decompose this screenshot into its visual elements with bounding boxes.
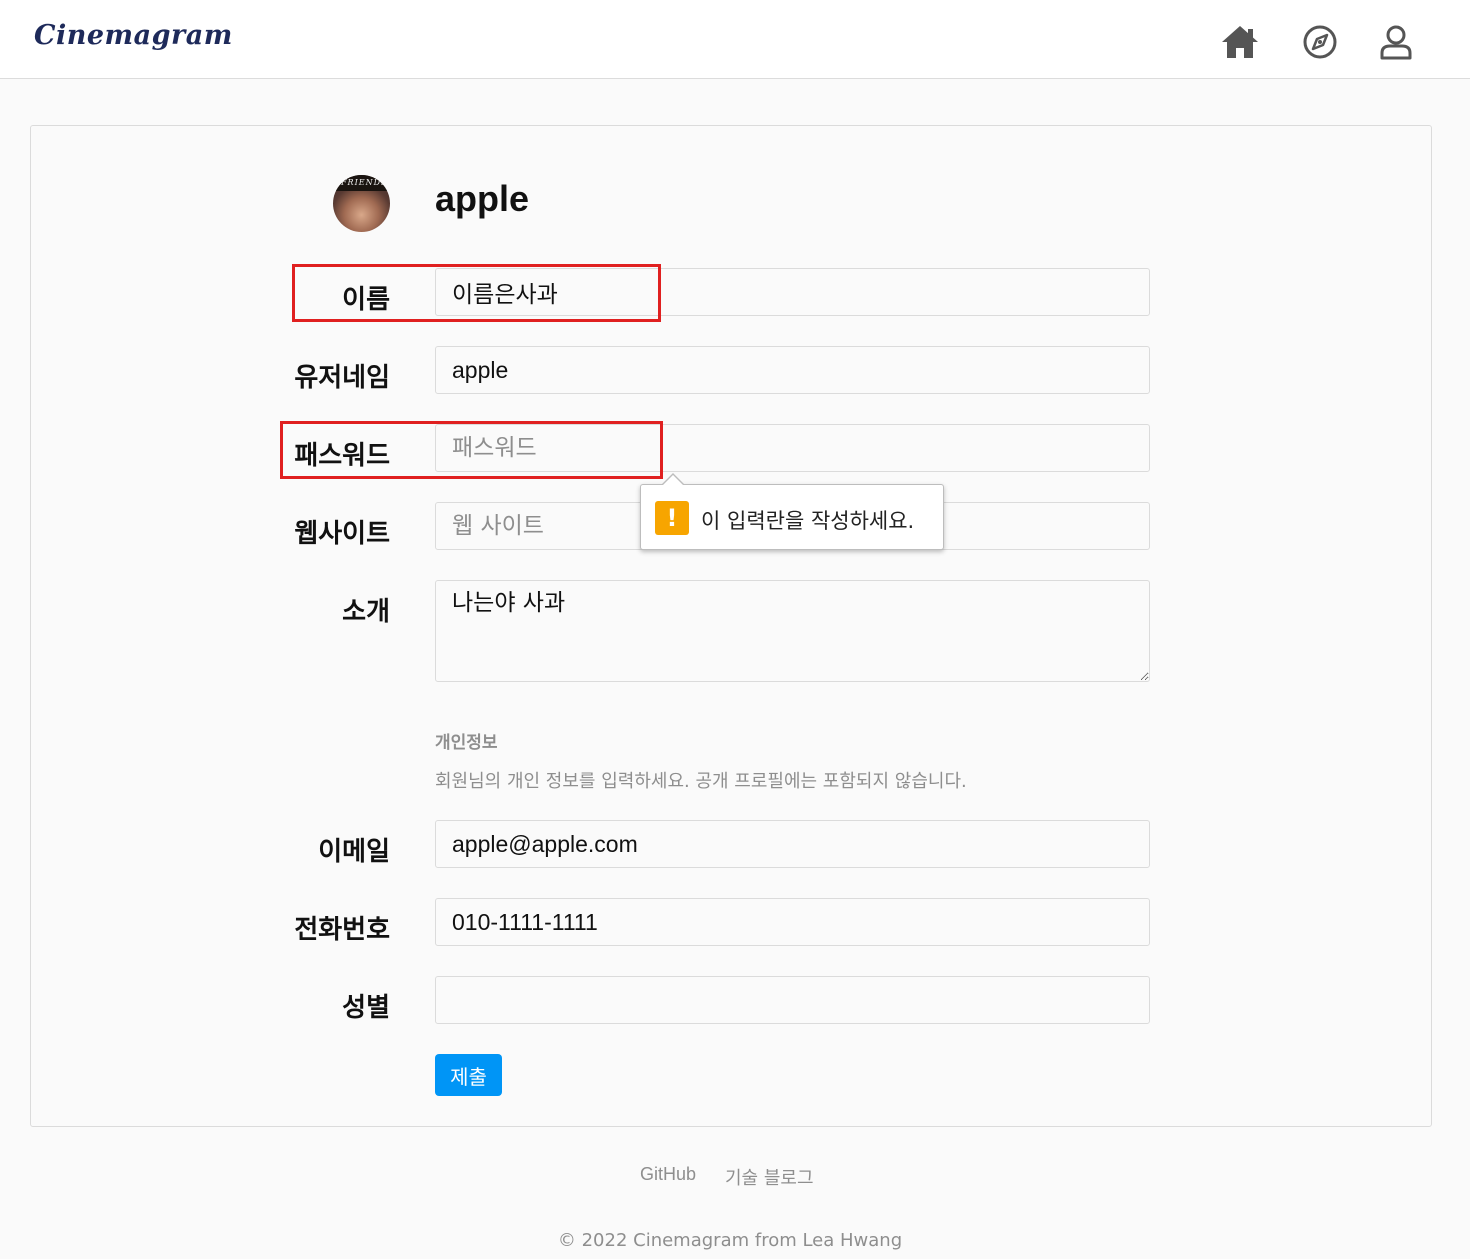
password-input[interactable] (435, 424, 1150, 472)
footer-blog-link[interactable]: 기술 블로그 (725, 1164, 814, 1190)
username-label: 유저네임 (294, 363, 390, 393)
email-label: 이메일 (318, 837, 390, 867)
profile-avatar[interactable]: FRIENDS (333, 175, 390, 232)
compass-icon[interactable] (1300, 24, 1340, 60)
private-info-description: 회원님의 개인 정보를 입력하세요. 공개 프로필에는 포함되지 않습니다. (435, 771, 967, 792)
phone-label: 전화번호 (294, 915, 390, 945)
footer-github-link[interactable]: GitHub (640, 1164, 696, 1185)
bio-label: 소개 (342, 597, 390, 627)
gender-label: 성별 (342, 993, 390, 1023)
name-input[interactable] (435, 268, 1150, 316)
username-input[interactable] (435, 346, 1150, 394)
email-input[interactable] (435, 820, 1150, 868)
user-icon[interactable] (1376, 24, 1416, 60)
footer-copyright: © 2022 Cinemagram from Lea Hwang (557, 1230, 903, 1251)
website-label: 웹사이트 (294, 519, 390, 549)
app-logo[interactable]: Cinemagram (34, 20, 233, 51)
submit-button[interactable]: 제출 (435, 1054, 502, 1096)
private-info-title: 개인정보 (435, 733, 498, 753)
tooltip-text: 이 입력란을 작성하세요. (701, 509, 915, 533)
top-navbar: Cinemagram (0, 0, 1470, 79)
password-label: 패스워드 (294, 441, 390, 471)
phone-input[interactable] (435, 898, 1150, 946)
name-label: 이름 (342, 285, 390, 315)
validation-tooltip: ! 이 입력란을 작성하세요. (640, 473, 944, 550)
bio-textarea[interactable]: 나는야 사과 (435, 580, 1150, 682)
home-icon[interactable] (1220, 24, 1260, 60)
warning-icon: ! (655, 501, 689, 535)
gender-input[interactable] (435, 976, 1150, 1024)
profile-username: apple (435, 178, 530, 219)
